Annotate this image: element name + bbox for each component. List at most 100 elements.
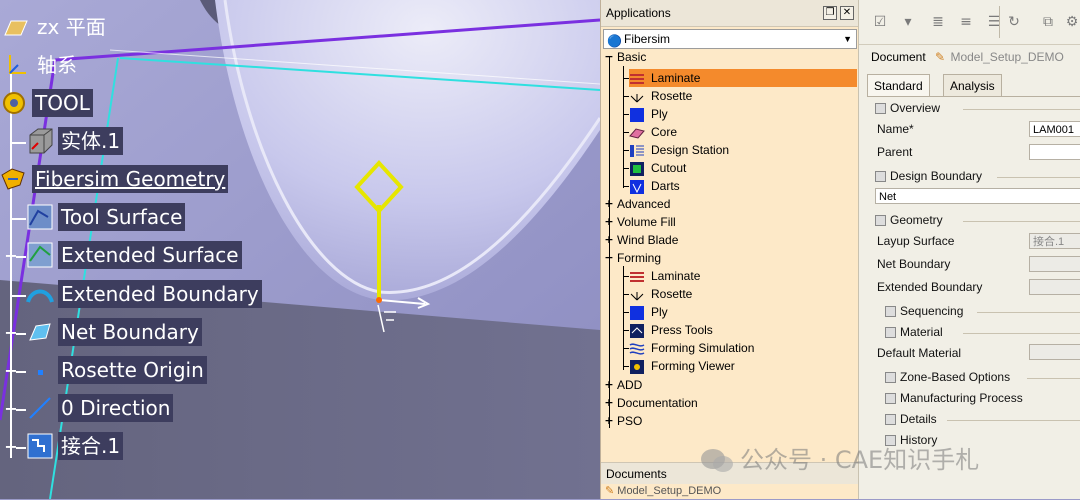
workbench-item-forming-simulation[interactable]: Forming Simulation — [629, 339, 754, 357]
tree-item-label: 0 Direction — [58, 394, 174, 422]
expand-icon — [885, 393, 896, 405]
expand-icon — [885, 414, 896, 426]
workbench-item-core[interactable]: Core — [629, 123, 677, 141]
document-item[interactable]: ✎ Model_Setup_DEMO — [605, 484, 721, 499]
section-geometry[interactable]: Geometry — [875, 213, 943, 227]
tree-item-label: Fibersim Geometry — [32, 165, 229, 193]
checkbox-icon[interactable]: ☑ — [871, 13, 889, 31]
collapse-toggle[interactable]: − — [604, 51, 614, 62]
section-divider — [1027, 378, 1080, 379]
tree-item-label: Tool Surface — [58, 203, 186, 231]
rosette-icon — [630, 291, 644, 301]
geometry-set-icon — [0, 165, 28, 193]
workbench-item-forming-ply[interactable]: Ply — [629, 303, 668, 321]
item-label: Rosette — [651, 89, 693, 103]
chat-logo-icon — [701, 449, 733, 472]
document-value: Model_Setup_DEMO — [950, 50, 1064, 64]
name-field[interactable]: LAM001 — [1029, 121, 1080, 137]
section-title: Zone-Based Options — [900, 370, 1011, 384]
item-label: Laminate — [651, 71, 701, 85]
workbench-select[interactable]: 🔵 Fibersim ▼ — [603, 29, 857, 49]
join-icon — [26, 432, 54, 460]
group-documentation[interactable]: Documentation — [617, 394, 698, 412]
tree-item-label: Rosette Origin — [58, 356, 207, 384]
group-basic[interactable]: Basic — [617, 48, 646, 66]
item-label: Press Tools — [651, 323, 713, 337]
group-volume-fill[interactable]: Volume Fill — [617, 213, 676, 231]
item-label: Design Station — [651, 143, 730, 157]
layers-icon[interactable]: ≡ — [957, 13, 975, 31]
ply-icon — [630, 107, 644, 122]
group-advanced[interactable]: Advanced — [617, 195, 670, 213]
solid-body-icon — [26, 127, 54, 155]
section-details[interactable]: Details — [885, 412, 937, 426]
forming-simulation-icon — [629, 343, 645, 355]
tree-connector — [10, 142, 26, 144]
boundary-icon — [26, 318, 54, 346]
tree-connector — [10, 295, 26, 297]
group-wind-blade[interactable]: Wind Blade — [617, 231, 678, 249]
workbench-select-value: Fibersim — [624, 32, 671, 46]
refresh-icon[interactable]: ↻ — [1005, 13, 1023, 31]
ply-icon — [630, 305, 644, 320]
workbench-item-forming-rosette[interactable]: Rosette — [629, 285, 692, 303]
layers-icon[interactable]: ≣ — [929, 13, 947, 31]
layup-surface-label: Layup Surface — [877, 234, 955, 248]
properties-panel: ☑ ▾ ≣ ≡ ☰ ↻ ⧉ ⚙ Document ✎ Model_Setup_D… — [858, 0, 1080, 499]
group-pso[interactable]: PSO — [617, 412, 642, 430]
expand-toggle[interactable]: + — [604, 415, 614, 426]
parent-field[interactable] — [1029, 144, 1080, 160]
line-icon — [26, 394, 54, 422]
workbench-item-laminate[interactable]: Laminate — [629, 69, 857, 87]
workbench-item-press-tools[interactable]: Press Tools — [629, 321, 713, 339]
section-sequencing[interactable]: Sequencing — [885, 304, 963, 318]
design-boundary-select[interactable]: Net — [875, 188, 1080, 204]
name-label: Name* — [877, 122, 914, 136]
filter-icon[interactable]: ▾ — [899, 13, 917, 31]
workbench-item-forming-laminate[interactable]: Laminate — [629, 267, 700, 285]
workbench-item-darts[interactable]: Darts — [629, 177, 680, 195]
workbench-item-rosette[interactable]: Rosette — [629, 87, 692, 105]
default-material-field[interactable] — [1029, 344, 1080, 360]
extended-boundary-field[interactable] — [1029, 279, 1080, 295]
section-title: Overview — [890, 101, 941, 115]
restore-icon[interactable]: ❐ — [823, 6, 837, 20]
close-icon[interactable]: ✕ — [840, 6, 854, 20]
expand-toggle[interactable]: + — [604, 397, 614, 408]
item-label: Forming Viewer — [651, 359, 735, 373]
point-icon — [26, 356, 54, 384]
document-label: Document — [871, 50, 926, 64]
group-forming[interactable]: Forming — [617, 249, 661, 267]
section-title: Sequencing — [900, 304, 964, 318]
expand-toggle[interactable]: + — [604, 216, 614, 227]
workbench-item-ply[interactable]: Ply — [629, 105, 668, 123]
panel-title: Applications — [606, 6, 671, 20]
expand-toggle[interactable]: + — [604, 234, 614, 245]
section-design-boundary[interactable]: Design Boundary — [875, 169, 982, 183]
net-boundary-field[interactable] — [1029, 256, 1080, 272]
section-divider — [977, 312, 1080, 313]
document-item-label: Model_Setup_DEMO — [617, 485, 722, 497]
workbench-item-cutout[interactable]: Cutout — [629, 159, 686, 177]
tree-item-label: 实体.1 — [58, 127, 124, 155]
copy-icon[interactable]: ⧉ — [1039, 13, 1057, 31]
tab-analysis[interactable]: Analysis — [943, 74, 1002, 97]
section-overview[interactable]: Overview — [875, 101, 940, 115]
chevron-down-icon[interactable]: ▼ — [843, 30, 852, 48]
section-zone-based-options[interactable]: Zone-Based Options — [885, 370, 1010, 384]
expand-toggle[interactable]: + — [604, 379, 614, 390]
collapse-toggle[interactable]: − — [604, 252, 614, 263]
3d-viewport[interactable]: zx 平面 轴系 TOOL 实体.1 Fibersim Geometry Too… — [0, 0, 600, 499]
expand-toggle[interactable]: + — [604, 198, 614, 209]
section-material[interactable]: Material — [885, 325, 943, 339]
boundary-icon — [26, 280, 54, 308]
tab-standard[interactable]: Standard — [867, 74, 930, 97]
layers-icon[interactable]: ☰ — [985, 13, 1003, 31]
group-add[interactable]: ADD — [617, 376, 642, 394]
tree-item-label: Extended Surface — [58, 241, 242, 269]
workbench-item-forming-viewer[interactable]: Forming Viewer — [629, 357, 735, 375]
tool-icon[interactable]: ⚙ — [1063, 13, 1080, 31]
layup-surface-field[interactable]: 接合.1 — [1029, 233, 1080, 249]
workbench-item-design-station[interactable]: Design Station — [629, 141, 729, 159]
section-manufacturing-process[interactable]: Manufacturing Process — [885, 391, 1023, 405]
